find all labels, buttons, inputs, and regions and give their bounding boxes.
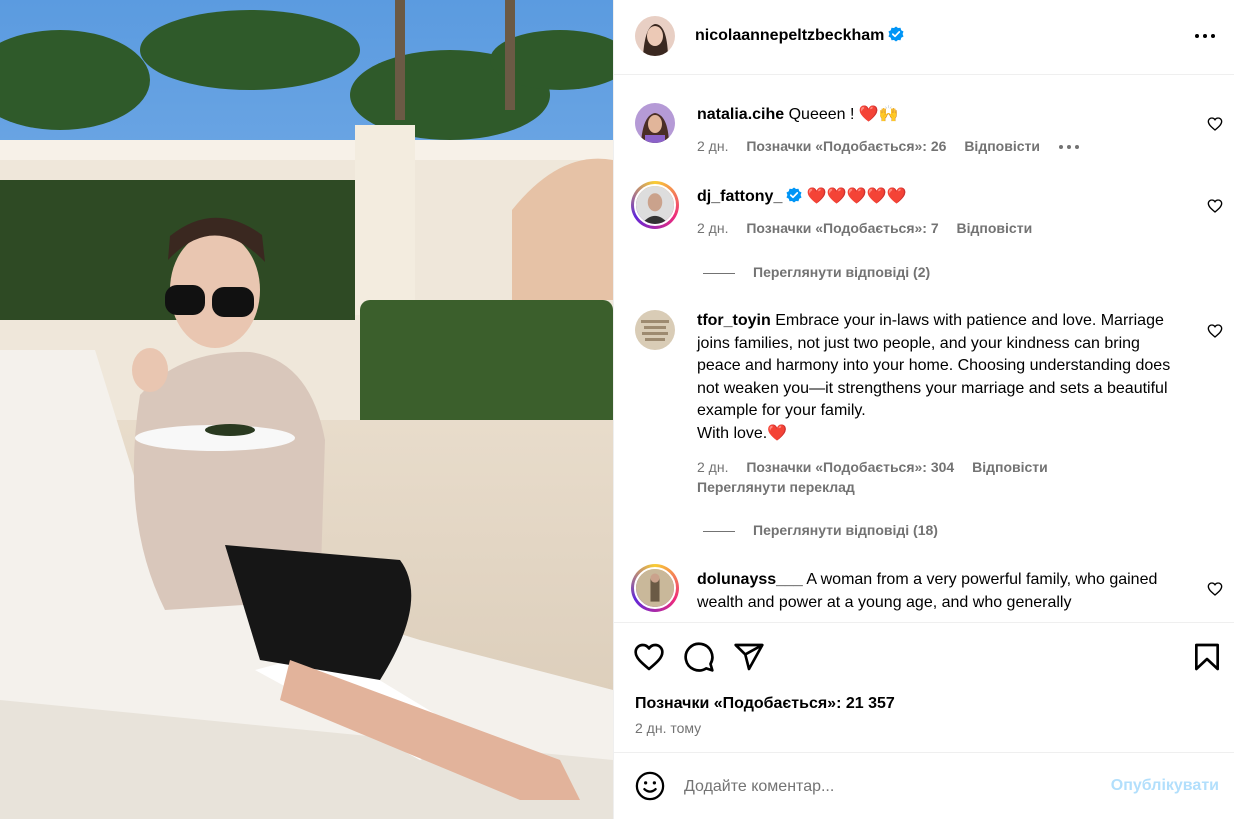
replies-divider <box>703 530 735 532</box>
comment-more-icon[interactable] <box>1058 144 1080 150</box>
comment-meta: 2 дн. Позначки «Подобається»: 26 Відпові… <box>697 138 1080 154</box>
comment-input[interactable] <box>684 773 1084 801</box>
comment-text: ❤️❤️❤️❤️❤️ <box>806 188 907 205</box>
comment-likes[interactable]: Позначки «Подобається»: 26 <box>746 138 946 154</box>
post-likes-count[interactable]: Позначки «Подобається»: 21 357 <box>635 695 895 713</box>
commenter-avatar-story[interactable] <box>631 181 679 229</box>
post-time[interactable]: 2 дн. тому <box>635 720 701 736</box>
reply-button[interactable]: Відповісти <box>964 138 1040 154</box>
comment-body: tfor_toyin Embrace your in-laws with pat… <box>697 310 1187 445</box>
commenter-avatar-story[interactable] <box>631 564 679 612</box>
view-replies-label: Переглянути відповіді (18) <box>753 522 938 538</box>
author-avatar[interactable] <box>635 16 675 56</box>
verified-icon <box>888 26 904 42</box>
post-photo[interactable] <box>0 0 613 819</box>
post-image <box>0 0 613 819</box>
commenter-username[interactable]: tfor_toyin <box>697 312 771 329</box>
post-side-panel: nicolaannepeltzbeckham natalia.cihe Quee… <box>613 0 1234 819</box>
view-replies-button[interactable]: Переглянути відповіді (18) <box>703 522 938 538</box>
commenter-username[interactable]: dolunayss___ <box>697 571 803 588</box>
commenter-username[interactable]: dj_fattony_ <box>697 188 782 205</box>
comment-meta: 2 дн. Позначки «Подобається»: 304 Відпов… <box>697 459 1062 475</box>
author-username[interactable]: nicolaannepeltzbeckham <box>695 27 884 44</box>
comment-age[interactable]: 2 дн. <box>697 138 728 154</box>
comment-icon[interactable] <box>683 641 715 673</box>
comment-likes[interactable]: Позначки «Подобається»: 304 <box>746 459 954 475</box>
bookmark-icon[interactable] <box>1191 641 1223 673</box>
comment-text: Queeen ! ❤️🙌 <box>788 106 899 123</box>
post-header: nicolaannepeltzbeckham <box>614 0 1234 75</box>
commenter-username[interactable]: natalia.cihe <box>697 106 784 123</box>
add-comment-bar: Опублікувати <box>614 752 1234 819</box>
comment-meta: 2 дн. Позначки «Подобається»: 7 Відповіс… <box>697 220 1046 236</box>
comment-like-heart-icon[interactable] <box>1207 323 1223 339</box>
verified-icon <box>786 187 802 203</box>
like-heart-icon[interactable] <box>633 641 665 673</box>
comment-text-signoff: With love.❤️ <box>697 424 788 442</box>
comment-like-heart-icon[interactable] <box>1207 116 1223 132</box>
view-replies-button[interactable]: Переглянути відповіді (2) <box>703 264 930 280</box>
comment-body: dj_fattony_ ❤️❤️❤️❤️❤️ <box>697 186 1187 209</box>
more-options-icon[interactable] <box>1191 26 1219 46</box>
comment-body: natalia.cihe Queeen ! ❤️🙌 <box>697 104 1187 127</box>
see-translation-button[interactable]: Переглянути переклад <box>697 479 855 495</box>
commenter-avatar[interactable] <box>635 103 675 143</box>
share-icon[interactable] <box>733 641 765 673</box>
commenter-avatar[interactable] <box>635 310 675 350</box>
replies-divider <box>703 272 735 274</box>
reply-button[interactable]: Відповісти <box>957 220 1033 236</box>
comment-like-heart-icon[interactable] <box>1207 198 1223 214</box>
comment-age[interactable]: 2 дн. <box>697 459 728 475</box>
view-replies-label: Переглянути відповіді (2) <box>753 264 931 280</box>
comment-like-heart-icon[interactable] <box>1207 581 1223 597</box>
comment-body: dolunayss___ A woman from a very powerfu… <box>697 569 1187 614</box>
post-comment-button[interactable]: Опублікувати <box>1111 777 1219 795</box>
post-actions: Позначки «Подобається»: 21 357 2 дн. том… <box>614 622 1234 752</box>
comment-likes[interactable]: Позначки «Подобається»: 7 <box>746 220 938 236</box>
comments-list[interactable]: natalia.cihe Queeen ! ❤️🙌 2 дн. Позначки… <box>614 76 1234 622</box>
emoji-icon[interactable] <box>635 771 665 801</box>
reply-button[interactable]: Відповісти <box>972 459 1048 475</box>
author-username-row: nicolaannepeltzbeckham <box>695 26 904 45</box>
comment-age[interactable]: 2 дн. <box>697 220 728 236</box>
